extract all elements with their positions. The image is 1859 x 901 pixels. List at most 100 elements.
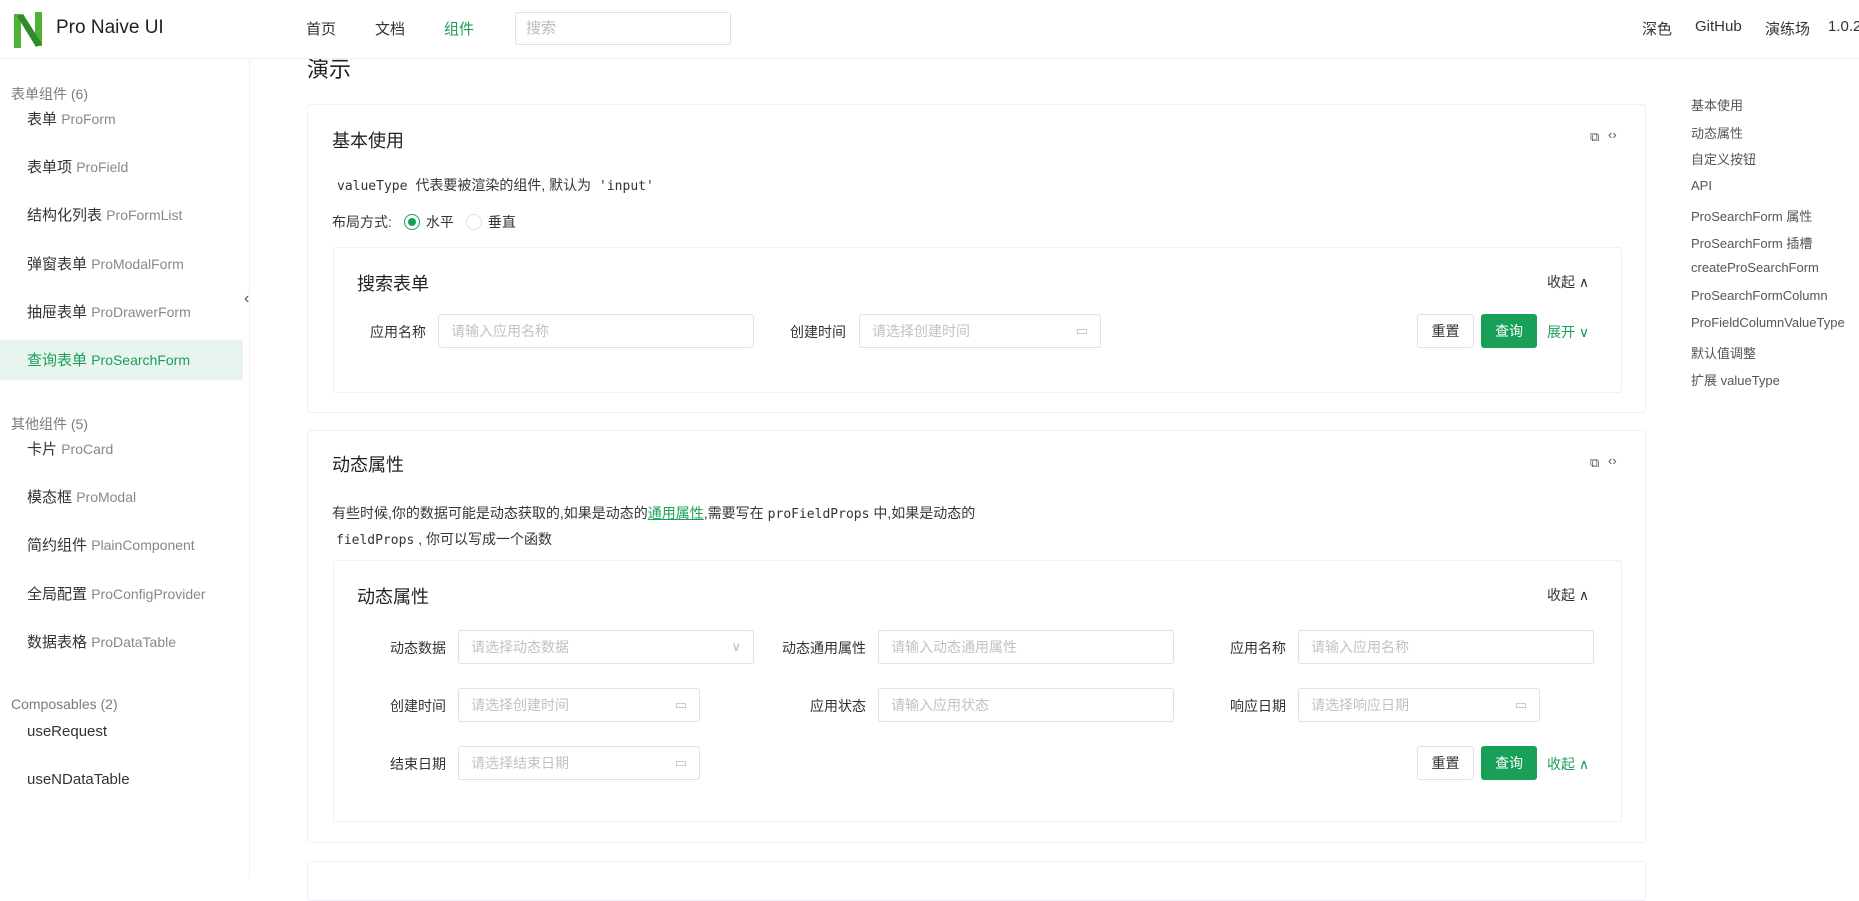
radio-vertical[interactable]	[465, 214, 482, 230]
collapse-form-toggle[interactable]: 收起 ∧	[1547, 754, 1589, 774]
sidebar-item-label: 模态框	[27, 489, 73, 506]
toc-link[interactable]: API	[1691, 178, 1712, 193]
reset-button[interactable]: 重置	[1417, 314, 1474, 348]
brand-name[interactable]: Pro Naive UI	[56, 17, 164, 39]
sidebar: 表单组件 (6) 表单 ProForm 表单项 ProField 结构化列表 ProF…	[0, 59, 250, 878]
sidebar-item-label: 全局配置	[27, 586, 88, 603]
nav-docs[interactable]: 文档	[375, 18, 405, 39]
field-placeholder: 请输入应用状态	[891, 697, 989, 713]
sidebar-group-title: Composables (2)	[11, 696, 118, 712]
field-label: 创建时间	[390, 698, 446, 714]
chevron-down-icon: ∨	[731, 639, 741, 654]
sidebar-item-label: useNDataTable	[27, 771, 130, 788]
create-time-picker[interactable]: 请选择创建时间 ▭	[859, 314, 1101, 348]
field-input[interactable]: 请选择结束日期 ▭	[458, 746, 700, 780]
card-description: valueType 代表要被渲染的组件, 默认为 'input'	[333, 175, 658, 195]
sidebar-item[interactable]: 全局配置 ProConfigProvider	[0, 574, 243, 614]
field-input[interactable]: 请选择动态数据 ∨	[458, 630, 754, 664]
field-input[interactable]: 请选择响应日期 ▭	[1298, 688, 1540, 722]
sidebar-item-label: 简约组件	[27, 537, 88, 554]
sidebar-item[interactable]: 简约组件 PlainComponent	[0, 525, 243, 565]
sidebar-item[interactable]: 查询表单 ProSearchForm	[0, 340, 243, 380]
field-placeholder: 请选择动态数据	[471, 639, 569, 655]
github-link[interactable]: GitHub	[1695, 18, 1742, 35]
sidebar-item-label: 卡片	[27, 441, 58, 458]
radio-horizontal-label[interactable]: 水平	[426, 212, 454, 232]
toc-link[interactable]: 默认值调整	[1691, 343, 1756, 362]
sidebar-item-component: ProField	[76, 159, 129, 175]
field-label: 应用状态	[810, 698, 866, 714]
field-input[interactable]: 请选择创建时间 ▭	[458, 688, 700, 722]
field-placeholder: 请输入应用名称	[1311, 639, 1409, 655]
sidebar-item-component: PlainComponent	[91, 537, 195, 553]
sidebar-item[interactable]: 表单 ProForm	[0, 99, 243, 139]
code-input: 'input'	[599, 179, 654, 194]
nav-components[interactable]: 组件	[444, 18, 474, 39]
app-name-input[interactable]: 请输入应用名称	[438, 314, 754, 348]
field-input[interactable]: 请输入应用名称	[1298, 630, 1594, 664]
field-placeholder: 请选择响应日期	[1311, 697, 1409, 713]
sidebar-item-label: 查询表单	[27, 352, 88, 369]
common-props-link[interactable]: 通用属性	[648, 505, 704, 521]
layout-radio-group: 布局方式: 水平 垂直	[332, 212, 516, 232]
query-button[interactable]: 查询	[1481, 746, 1537, 780]
expand-toggle[interactable]: 展开 ∨	[1547, 322, 1589, 342]
toc-link[interactable]: 自定义按钮	[1691, 149, 1756, 168]
code-icon[interactable]: ‹›	[1608, 453, 1617, 468]
naive-logo-icon	[14, 12, 42, 48]
code-icon[interactable]: ‹›	[1608, 127, 1617, 142]
toc-link[interactable]: ProSearchFormColumn	[1691, 288, 1828, 303]
card-title: 动态属性	[332, 455, 404, 475]
sidebar-item[interactable]: 结构化列表 ProFormList	[0, 195, 243, 235]
theme-toggle[interactable]: 深色	[1642, 18, 1672, 39]
radio-horizontal[interactable]	[403, 214, 420, 230]
field-input[interactable]: 请输入应用状态	[878, 688, 1174, 722]
sidebar-item[interactable]: useNDataTable	[0, 759, 243, 799]
sidebar-item[interactable]: 弹窗表单 ProModalForm	[0, 244, 243, 284]
field-label: 动态通用属性	[782, 640, 866, 656]
sidebar-item[interactable]: 抽屉表单 ProDrawerForm	[0, 292, 243, 332]
field-label: 创建时间	[790, 324, 846, 340]
toc-link[interactable]: createProSearchForm	[1691, 260, 1819, 275]
sidebar-item[interactable]: 卡片 ProCard	[0, 429, 243, 469]
copy-icon[interactable]: ⧉	[1590, 455, 1599, 471]
calendar-icon: ▭	[674, 755, 687, 770]
sidebar-item-label: 结构化列表	[27, 207, 103, 224]
sidebar-item[interactable]: 模态框 ProModal	[0, 477, 243, 517]
nav-home[interactable]: 首页	[306, 18, 336, 39]
collapse-toggle[interactable]: 收起 ∧	[1547, 585, 1589, 605]
sidebar-item[interactable]: 数据表格 ProDataTable	[0, 622, 243, 662]
toc-link[interactable]: 基本使用	[1691, 95, 1743, 114]
query-button[interactable]: 查询	[1481, 314, 1537, 348]
sidebar-collapse-chevron-icon[interactable]: ‹	[244, 290, 249, 308]
sidebar-item-component: ProConfigProvider	[91, 586, 206, 602]
sidebar-item[interactable]: 表单项 ProField	[0, 147, 243, 187]
top-header: Pro Naive UI 首页 文档 组件 搜索 深色 GitHub 演练场 1…	[0, 0, 1859, 59]
search-form: 搜索表单 收起 ∧ 应用名称 请输入应用名称 创建时间 请选择创建时间 ▭ 重置 …	[333, 247, 1622, 393]
calendar-icon: ▭	[674, 697, 687, 712]
demo-card-custom	[307, 861, 1646, 901]
sidebar-item-component: ProDrawerForm	[91, 304, 191, 320]
copy-icon[interactable]: ⧉	[1590, 129, 1599, 145]
search-input[interactable]: 搜索	[515, 12, 731, 45]
field-input[interactable]: 请输入动态通用属性	[878, 630, 1174, 664]
sidebar-item-component: ProFormList	[106, 207, 183, 223]
toc-link[interactable]: 动态属性	[1691, 123, 1743, 142]
radio-vertical-label[interactable]: 垂直	[488, 212, 516, 232]
toc-link[interactable]: 扩展 valueType	[1691, 370, 1780, 389]
calendar-icon: ▭	[1075, 323, 1088, 338]
toc-link[interactable]: ProSearchForm 插槽	[1691, 233, 1812, 252]
collapse-toggle[interactable]: 收起 ∧	[1547, 272, 1589, 292]
field-label: 应用名称	[1230, 640, 1286, 656]
reset-button[interactable]: 重置	[1417, 746, 1474, 780]
sidebar-item[interactable]: useRequest	[0, 711, 243, 751]
toc-link[interactable]: ProFieldColumnValueType	[1691, 315, 1845, 330]
sidebar-item-component: ProSearchForm	[91, 352, 190, 368]
calendar-icon: ▭	[1514, 697, 1527, 712]
sidebar-item-component: ProDataTable	[91, 634, 177, 650]
toc-link[interactable]: ProSearchForm 属性	[1691, 206, 1812, 225]
sidebar-item-component: ProForm	[61, 111, 116, 127]
playground-link[interactable]: 演练场	[1765, 18, 1810, 39]
version-label[interactable]: 1.0.2	[1828, 18, 1859, 35]
demo-card-dynamic: 动态属性 ⧉ ‹› 有些时候,你的数据可能是动态获取的,如果是动态的通用属性,需…	[307, 430, 1646, 843]
